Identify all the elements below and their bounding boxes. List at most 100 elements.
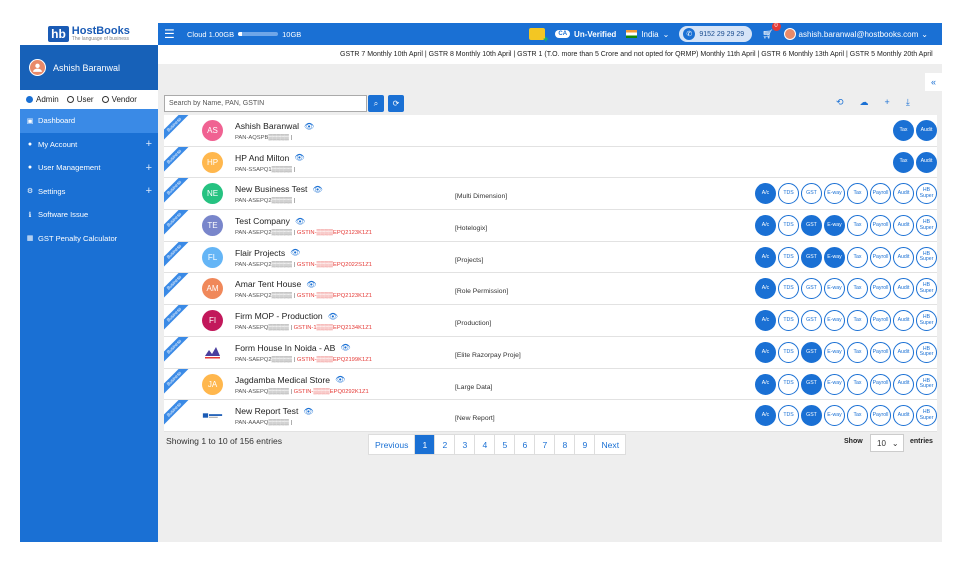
page-3-button[interactable]: 3 xyxy=(455,435,476,454)
brand-logo[interactable]: hb HostBooks The language of business xyxy=(20,23,158,45)
eye-icon[interactable]: 👁︎ xyxy=(303,407,313,416)
table-row[interactable]: Business FI Firm MOP - Production 👁︎ PAN-ASE… xyxy=(164,305,937,337)
module-gst-button[interactable]: GST xyxy=(801,215,822,237)
sidebar-item-dashboard[interactable]: ▣ Dashboard xyxy=(20,109,158,133)
next-page-button[interactable]: Next xyxy=(595,435,625,454)
search-input[interactable] xyxy=(164,95,367,112)
module-gst-button[interactable]: GST xyxy=(801,246,822,268)
module-payroll-button[interactable]: Payroll xyxy=(870,405,891,427)
role-option-user[interactable]: User xyxy=(66,95,94,104)
table-row[interactable]: Business FL Flair Projects 👁︎ PAN-ASEPQ2▒▒▒▒… xyxy=(164,241,937,274)
module-tax-button[interactable]: Tax xyxy=(847,310,868,332)
add-company-icon[interactable] xyxy=(529,28,548,44)
module-tax-button[interactable]: Tax xyxy=(893,120,914,141)
module-tax-button[interactable]: Tax xyxy=(847,183,868,205)
module-audit-button[interactable]: Audit xyxy=(893,341,914,363)
module-a-c-button[interactable]: A/c xyxy=(755,310,776,332)
module-audit-button[interactable]: Audit xyxy=(893,183,914,205)
eye-icon[interactable]: 👁︎ xyxy=(304,122,314,131)
page-5-button[interactable]: 5 xyxy=(495,435,516,454)
company-name[interactable]: Amar Tent House 👁︎ xyxy=(235,279,372,289)
module-gst-button[interactable]: GST xyxy=(801,341,822,363)
module-hb-super-button[interactable]: HB Super xyxy=(916,246,937,268)
page-8-button[interactable]: 8 xyxy=(555,435,576,454)
module-payroll-button[interactable]: Payroll xyxy=(870,341,891,363)
module-tax-button[interactable]: Tax xyxy=(847,405,868,427)
add-icon[interactable]: + xyxy=(885,97,890,108)
module-e-way-button[interactable]: E-way xyxy=(824,246,845,268)
module-hb-super-button[interactable]: HB Super xyxy=(916,341,937,363)
module-e-way-button[interactable]: E-way xyxy=(824,341,845,363)
module-audit-button[interactable]: Audit xyxy=(916,120,937,141)
module-tds-button[interactable]: TDS xyxy=(778,278,799,300)
table-row[interactable]: Business TE Test Company 👁︎ PAN-ASEPQ2▒▒▒▒▒ … xyxy=(164,210,937,242)
module-gst-button[interactable]: GST xyxy=(801,183,822,205)
search-button[interactable]: ⌕ xyxy=(368,95,384,112)
eye-icon[interactable]: 👁︎ xyxy=(335,375,345,384)
module-e-way-button[interactable]: E-way xyxy=(824,183,845,205)
module-hb-super-button[interactable]: HB Super xyxy=(916,183,937,205)
expand-plus-icon[interactable]: + xyxy=(146,138,152,150)
sidebar-item-settings[interactable]: ⚙ Settings + xyxy=(20,180,158,204)
module-audit-button[interactable]: Audit xyxy=(893,278,914,300)
module-tax-button[interactable]: Tax xyxy=(847,246,868,268)
page-6-button[interactable]: 6 xyxy=(515,435,536,454)
page-4-button[interactable]: 4 xyxy=(475,435,496,454)
module-tds-button[interactable]: TDS xyxy=(778,341,799,363)
module-a-c-button[interactable]: A/c xyxy=(755,278,776,300)
hamburger-menu-icon[interactable]: ☰ xyxy=(164,27,176,41)
sidebar-item-software-issue[interactable]: ℹ Software Issue xyxy=(20,203,158,227)
module-e-way-button[interactable]: E-way xyxy=(824,310,845,332)
module-tax-button[interactable]: Tax xyxy=(847,341,868,363)
module-gst-button[interactable]: GST xyxy=(801,310,822,332)
table-row[interactable]: Business AM Amar Tent House 👁︎ PAN-ASEPQ2▒▒▒… xyxy=(164,273,937,306)
role-option-admin[interactable]: Admin xyxy=(26,95,59,104)
page-2-button[interactable]: 2 xyxy=(435,435,456,454)
module-payroll-button[interactable]: Payroll xyxy=(870,278,891,300)
page-size-select[interactable]: 10 ⌄ xyxy=(870,434,904,452)
page-9-button[interactable]: 9 xyxy=(575,435,596,454)
expand-plus-icon[interactable]: + xyxy=(146,162,152,174)
module-tax-button[interactable]: Tax xyxy=(847,278,868,300)
company-name[interactable]: Firm MOP - Production 👁︎ xyxy=(235,311,372,321)
module-a-c-button[interactable]: A/c xyxy=(755,215,776,237)
sidebar-item-my-account[interactable]: ● My Account + xyxy=(20,133,158,157)
company-name[interactable]: Test Company 👁︎ xyxy=(235,216,372,226)
eye-icon[interactable]: 👁︎ xyxy=(306,280,316,289)
company-name[interactable]: New Business Test 👁︎ xyxy=(235,184,323,194)
module-e-way-button[interactable]: E-way xyxy=(824,405,845,427)
module-tax-button[interactable]: Tax xyxy=(847,373,868,395)
cart-button[interactable]: 🛒︎ 0 xyxy=(762,23,781,40)
module-e-way-button[interactable]: E-way xyxy=(824,373,845,395)
support-phone[interactable]: ✆ 9152 29 29 29 xyxy=(679,26,753,42)
table-row[interactable]: Business Form House In Noida - AB 👁︎ PAN-SA… xyxy=(164,336,937,369)
module-e-way-button[interactable]: E-way xyxy=(824,278,845,300)
module-a-c-button[interactable]: A/c xyxy=(755,341,776,363)
table-row[interactable]: Business AS Ashish Baranwal 👁︎ PAN-AQSPB▒▒▒▒… xyxy=(164,115,937,147)
table-row[interactable]: Business NE New Business Test 👁︎ PAN-ASEPQ2▒… xyxy=(164,178,937,211)
module-gst-button[interactable]: GST xyxy=(801,405,822,427)
company-name[interactable]: Flair Projects 👁︎ xyxy=(235,248,372,258)
module-a-c-button[interactable]: A/c xyxy=(755,246,776,268)
table-row[interactable]: Business HP HP And Milton 👁︎ PAN-SSAPQ1▒▒▒▒▒… xyxy=(164,146,937,179)
module-audit-button[interactable]: Audit xyxy=(893,215,914,237)
country-selector[interactable]: India ⌄ xyxy=(626,30,669,39)
sidebar-item-user-management[interactable]: ● User Management + xyxy=(20,156,158,180)
page-1-button[interactable]: 1 xyxy=(415,435,436,454)
module-tds-button[interactable]: TDS xyxy=(778,215,799,237)
eye-icon[interactable]: 👁︎ xyxy=(340,343,350,352)
page-7-button[interactable]: 7 xyxy=(535,435,556,454)
module-payroll-button[interactable]: Payroll xyxy=(870,183,891,205)
module-payroll-button[interactable]: Payroll xyxy=(870,215,891,237)
module-tds-button[interactable]: TDS xyxy=(778,183,799,205)
module-payroll-button[interactable]: Payroll xyxy=(870,246,891,268)
sync-icon[interactable]: ⟲ xyxy=(836,97,844,108)
company-name[interactable]: Form House In Noida - AB 👁︎ xyxy=(235,343,372,353)
module-a-c-button[interactable]: A/c xyxy=(755,183,776,205)
company-name[interactable]: Jagdamba Medical Store 👁︎ xyxy=(235,375,369,385)
module-a-c-button[interactable]: A/c xyxy=(755,405,776,427)
module-payroll-button[interactable]: Payroll xyxy=(870,373,891,395)
eye-icon[interactable]: 👁︎ xyxy=(290,248,300,257)
refresh-search-button[interactable]: ⟳ xyxy=(388,95,404,112)
module-e-way-button[interactable]: E-way xyxy=(824,215,845,237)
